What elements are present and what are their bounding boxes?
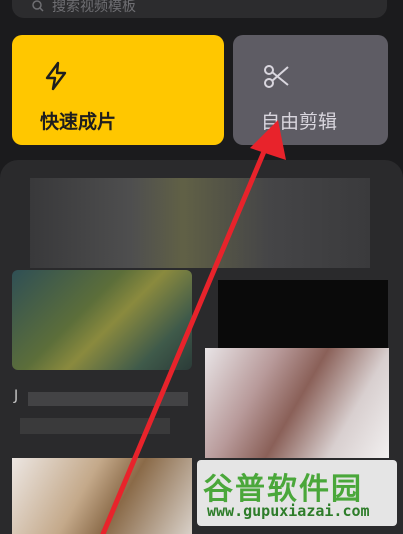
watermark: 谷普软件园 www.gupuxiazai.com	[197, 460, 397, 526]
search-bar[interactable]: 搜索视频模板	[12, 0, 387, 18]
template-thumbnail-bottom[interactable]	[12, 458, 192, 534]
template-thumbnail-right-lower[interactable]	[205, 348, 389, 458]
search-icon	[32, 0, 44, 12]
free-edit-label: 自由剪辑	[261, 111, 338, 133]
template-thumbnail-left[interactable]	[12, 270, 192, 370]
template-thumbnail-top[interactable]	[30, 178, 370, 268]
quick-create-button[interactable]: 快速成片	[12, 35, 224, 145]
template-text-line-2	[20, 418, 170, 434]
template-text-line	[28, 392, 188, 406]
template-title: J	[14, 388, 19, 404]
template-thumbnail-right[interactable]	[218, 280, 388, 348]
lightning-icon	[45, 61, 67, 91]
quick-create-label: 快速成片	[40, 111, 117, 133]
watermark-url: www.gupuxiazai.com	[207, 502, 370, 520]
search-placeholder: 搜索视频模板	[52, 0, 136, 15]
scissors-icon	[264, 65, 289, 88]
free-edit-button[interactable]: 自由剪辑	[233, 35, 388, 145]
